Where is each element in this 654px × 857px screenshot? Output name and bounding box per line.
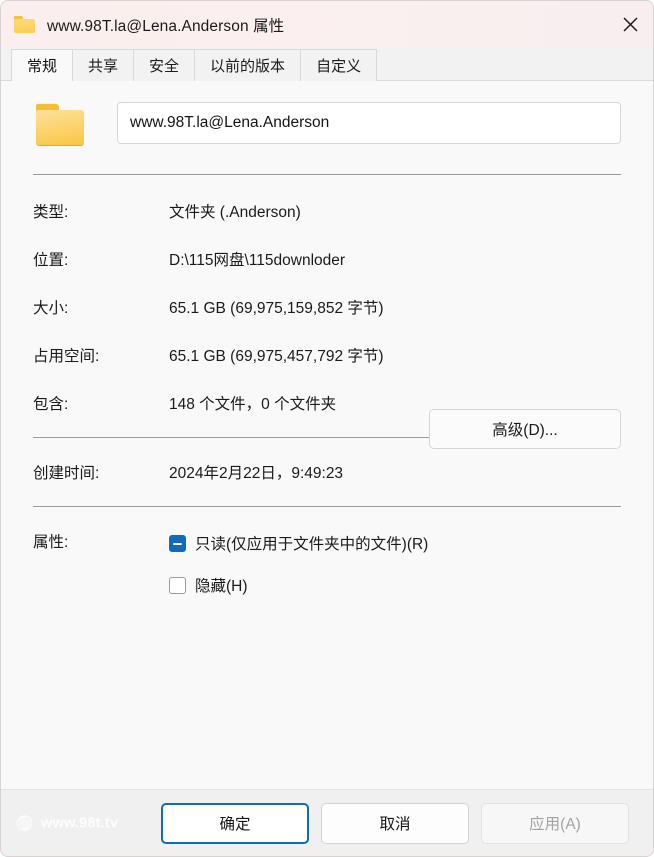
window-title: www.98T.la@Lena.Anderson 属性 [47,17,285,35]
property-value: 65.1 GB (69,975,457,792 字节) [169,348,384,365]
property-label: 类型: [33,204,69,221]
cancel-button[interactable]: 取消 [321,802,469,844]
properties-dialog: www.98T.la@Lena.Anderson 属性 常规 共享 安全 以前的… [0,0,654,857]
tab-label: 常规 [27,58,58,75]
hidden-checkbox-row[interactable]: 隐藏(H) [169,575,621,595]
tab-label: 安全 [149,58,180,75]
tab-sharing[interactable]: 共享 [72,49,135,81]
hidden-checkbox-label: 隐藏(H) [195,578,248,595]
attributes-section: 属性: 只读(仅应用于文件夹中的文件)(R) 隐藏(H) [1,507,653,595]
readonly-checkbox-label: 只读(仅应用于文件夹中的文件)(R) [195,536,429,553]
general-tab-panel: www.98T.la@Lena.Anderson 类型: 文件夹 (.Ander… [1,81,653,789]
tab-security[interactable]: 安全 [133,49,196,81]
property-value: 文件夹 (.Anderson) [169,204,301,221]
tab-label: 共享 [88,58,119,75]
tab-label: 自定义 [316,58,362,75]
folder-name-input[interactable]: www.98T.la@Lena.Anderson [117,102,621,144]
tab-label: 以前的版本 [210,58,286,75]
property-row-created: 创建时间: 2024年2月22日，9:49:23 [33,464,621,484]
tab-previous-versions[interactable]: 以前的版本 [194,49,302,81]
title-bar: www.98T.la@Lena.Anderson 属性 [1,1,653,48]
folder-icon [14,16,35,33]
property-row-location: 位置: D:\115网盘\115downloder [33,251,621,271]
readonly-checkbox-row[interactable]: 只读(仅应用于文件夹中的文件)(R) [169,533,621,553]
advanced-button[interactable]: 高级(D)... [429,409,621,449]
tab-customize[interactable]: 自定义 [300,49,378,81]
ok-button[interactable]: 确定 [161,802,309,844]
apply-button: 应用(A) [481,802,629,844]
dialog-footer: www.98t.tv 确定 取消 应用(A) [1,789,653,856]
property-value: 65.1 GB (69,975,159,852 字节) [169,300,384,317]
hidden-checkbox[interactable] [169,576,186,594]
property-value: 2024年2月22日，9:49:23 [169,465,344,482]
tab-strip: 常规 共享 安全 以前的版本 自定义 [1,48,653,82]
property-value: D:\115网盘\115downloder [169,252,346,269]
property-label: 包含: [33,396,69,413]
readonly-checkbox[interactable] [169,534,186,552]
properties-list: 类型: 文件夹 (.Anderson) 位置: D:\115网盘\115down… [1,175,653,415]
property-label: 大小: [33,300,69,317]
watermark-text: www.98t.tv [41,815,119,831]
rose-logo-icon [16,815,33,831]
property-row-size-on-disk: 占用空间: 65.1 GB (69,975,457,792 字节) [33,347,621,367]
tab-general[interactable]: 常规 [11,49,74,82]
property-label: 位置: [33,252,69,269]
property-label: 占用空间: [33,348,100,365]
attributes-label: 属性: [33,534,69,551]
close-button[interactable] [607,1,653,48]
property-row-size: 大小: 65.1 GB (69,975,159,852 字节) [33,299,621,319]
property-label: 创建时间: [33,465,100,482]
folder-icon [33,100,87,146]
folder-name-row: www.98T.la@Lena.Anderson [1,81,653,146]
close-icon [622,17,638,32]
watermark: www.98t.tv [15,814,118,833]
property-row-type: 类型: 文件夹 (.Anderson) [33,203,621,223]
